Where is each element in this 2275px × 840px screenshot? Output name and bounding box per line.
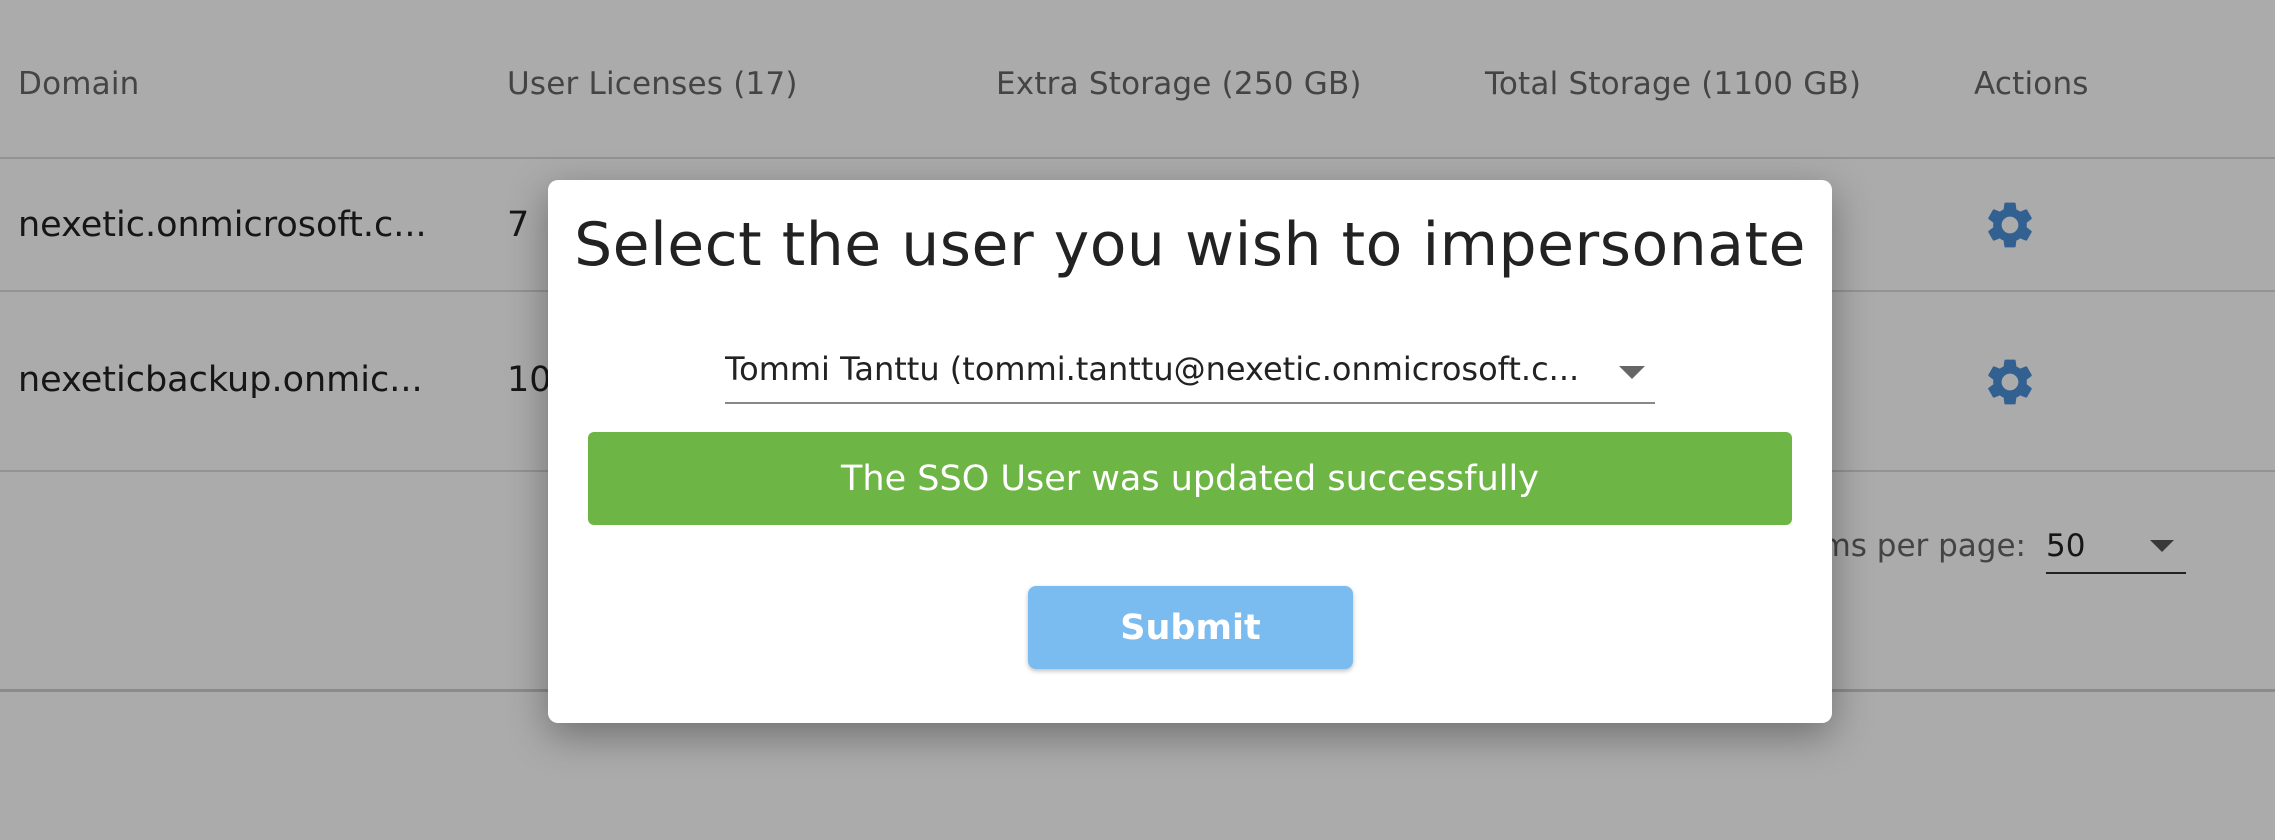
submit-button[interactable]: Submit [1028, 586, 1353, 669]
user-select[interactable]: Tommi Tanttu (tommi.tanttu@nexetic.onmic… [725, 342, 1655, 404]
user-select-value: Tommi Tanttu (tommi.tanttu@nexetic.onmic… [725, 350, 1580, 388]
chevron-down-icon[interactable] [1619, 366, 1645, 379]
success-alert: The SSO User was updated successfully [588, 432, 1792, 525]
dialog-title: Select the user you wish to impersonate [574, 210, 1806, 280]
impersonate-dialog: Select the user you wish to impersonate … [548, 180, 1832, 723]
